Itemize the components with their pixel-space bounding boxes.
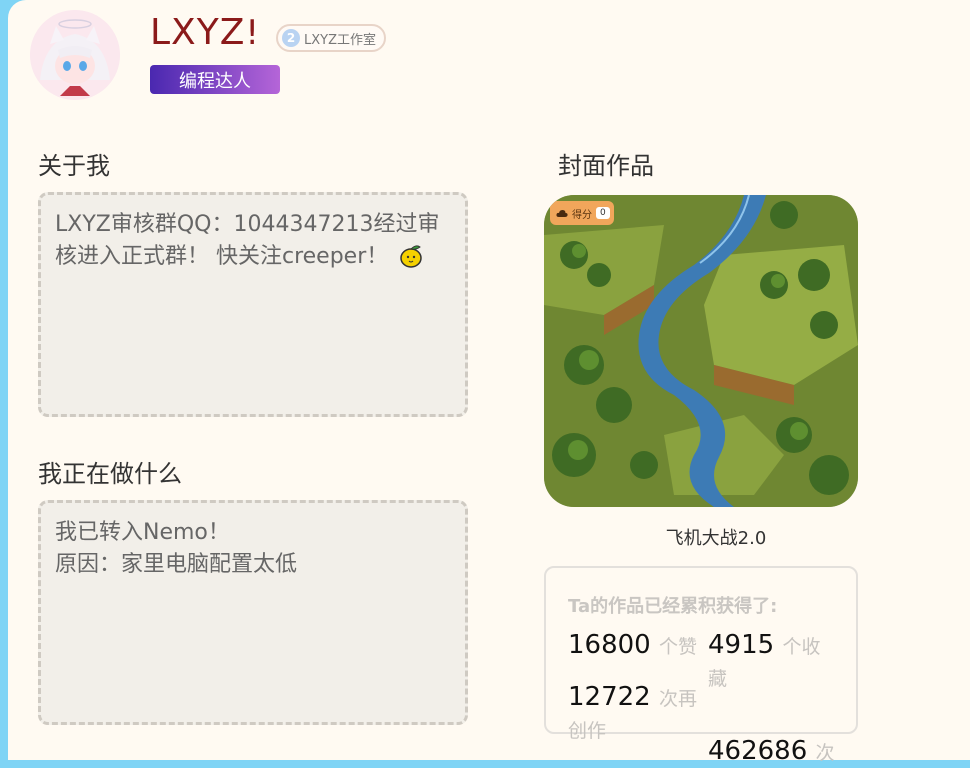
studio-badge[interactable]: 2 LXYZ工作室	[276, 24, 386, 52]
cover-work-image[interactable]: 得分 0	[544, 195, 858, 507]
avatar[interactable]	[30, 10, 120, 100]
about-text: LXYZ审核群QQ：1044347213经过审核进入正式群！ 快关注creepe…	[55, 212, 440, 269]
stats-header: Ta的作品已经累积获得了:	[568, 596, 778, 617]
lemon-icon	[398, 243, 424, 279]
stat-views: 462686 次	[708, 736, 835, 766]
username: LXYZ!	[150, 12, 261, 53]
score-value: 0	[596, 207, 610, 219]
stat-favorites: 4915 个收藏	[708, 630, 821, 690]
cloud-icon	[556, 209, 568, 217]
profile-panel: LXYZ! 2 LXYZ工作室 编程达人 关于我 LXYZ审核群QQ：10443…	[8, 0, 970, 766]
studio-name: LXYZ工作室	[304, 32, 376, 48]
cover-work-title[interactable]: 飞机大战2.0	[544, 524, 888, 550]
level-icon: 2	[282, 29, 300, 47]
stat-likes: 16800 个赞	[568, 630, 697, 660]
stats-card: Ta的作品已经累积获得了: 16800 个赞 4915 个收藏 12722 次再…	[544, 566, 858, 766]
doing-line: 我已转入Nemo！	[55, 520, 230, 545]
doing-line: 原因：家里电脑配置太低	[55, 552, 298, 577]
about-title: 关于我	[38, 152, 110, 180]
cover-title: 封面作品	[558, 152, 654, 180]
user-tag-badge: 编程达人	[150, 65, 280, 94]
score-label: 得分	[572, 209, 592, 221]
stat-remixes: 12722 次再创作	[568, 682, 697, 742]
doing-title: 我正在做什么	[38, 460, 182, 488]
score-badge: 得分 0	[550, 201, 614, 225]
about-box: LXYZ审核群QQ：1044347213经过审核进入正式群！ 快关注creepe…	[38, 192, 468, 417]
doing-box: 我已转入Nemo！ 原因：家里电脑配置太低	[38, 500, 468, 725]
